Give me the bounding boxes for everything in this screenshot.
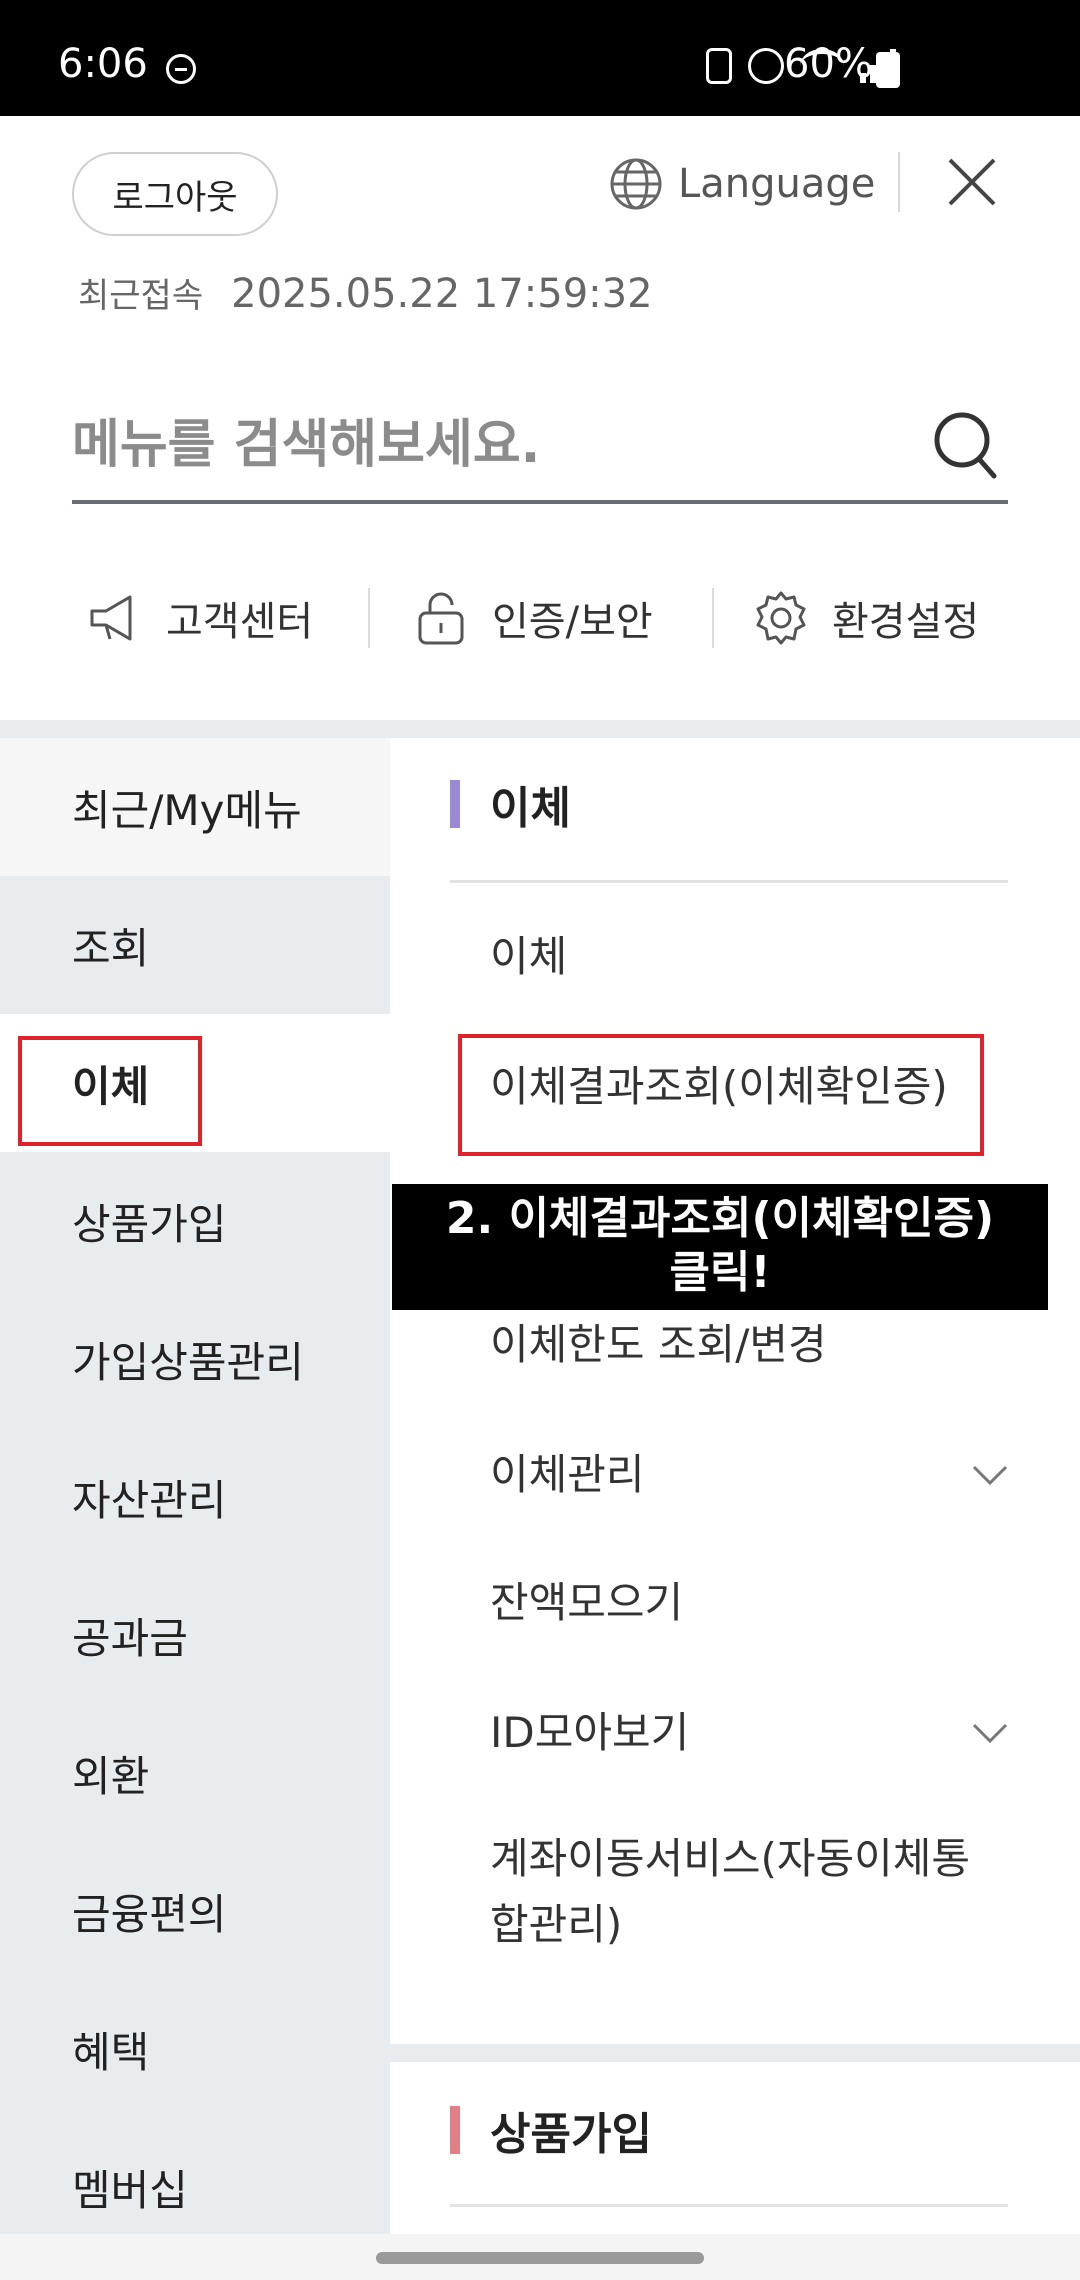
security-label: 인증/보안 (492, 599, 653, 645)
nav-highlight-box (18, 1036, 202, 1146)
nav-item-products[interactable]: 상품가입 (0, 1152, 390, 1290)
chevron-down-icon (972, 1465, 1008, 1486)
submenu-label: 이체 (490, 932, 568, 981)
submenu-transfer[interactable]: 이체 (490, 924, 1010, 990)
battery-percent: 60% (784, 41, 873, 87)
section-bar (450, 2106, 460, 2154)
submenu-label: 이체한도 조회/변경 (490, 1320, 827, 1369)
customer-center-label: 고객센터 (166, 599, 314, 645)
section-title-text: 상품가입 (490, 2109, 652, 2160)
language-label: Language (678, 161, 876, 207)
gear-icon (756, 591, 806, 645)
nav-item-assets[interactable]: 자산관리 (0, 1428, 390, 1566)
submenu-label: 잔액모으기 (490, 1578, 684, 1627)
customer-center-button[interactable]: 고객센터 (86, 576, 313, 660)
submenu-highlight-box (458, 1034, 984, 1156)
chevron-down-icon (972, 1723, 1008, 1744)
section-line (450, 2204, 1008, 2207)
security-button[interactable]: 인증/보안 (412, 576, 653, 660)
submenu-label: ID모아보기 (490, 1708, 690, 1757)
nav-item-my-products[interactable]: 가입상품관리 (0, 1290, 390, 1428)
search-box (72, 390, 1008, 504)
caption-line-2: 클릭! (669, 1247, 771, 1298)
settings-button[interactable]: 환경설정 (752, 576, 979, 660)
instruction-caption: 2. 이체결과조회(이체확인증) 클릭! (392, 1184, 1048, 1310)
submenu-transfer-management[interactable]: 이체관리 (490, 1442, 1010, 1508)
nav-item-recent[interactable]: 최근/My메뉴 (0, 738, 390, 876)
globe-icon (610, 158, 662, 210)
status-bar: 6:06 60% (0, 0, 1080, 116)
submenu-panel: 이체 이체 이체결과조회(이체확인증) 이체한도 조회/변경 이체관리 잔액모으… (390, 738, 1080, 2234)
search-input[interactable] (72, 400, 912, 490)
do-not-disturb-icon (166, 54, 196, 84)
nav-item-benefits[interactable]: 혜택 (0, 1980, 390, 2118)
quick-divider (712, 588, 714, 648)
caption-line-1: 2. 이체결과조회(이체확인증) (445, 1193, 995, 1244)
header-divider (898, 152, 900, 212)
submenu-label-continued: 합관리) (490, 1900, 623, 1949)
settings-label: 환경설정 (832, 599, 980, 645)
submenu-label: 계좌이동서비스(자동이체통 (490, 1834, 971, 1883)
section-line (450, 880, 1008, 883)
section-bar (450, 780, 460, 828)
submenu-account-switch[interactable]: 계좌이동서비스(자동이체통 합관리) (490, 1826, 1010, 1958)
submenu-label: 이체관리 (490, 1450, 645, 1499)
last-access-time: 2025.05.22 17:59:32 (231, 271, 653, 317)
megaphone-icon (90, 595, 132, 641)
quick-divider (368, 588, 370, 648)
language-button[interactable]: Language (608, 154, 875, 214)
status-time: 6:06 (58, 41, 148, 87)
transfer-section-title: 이체 (450, 774, 571, 834)
battery-icon (876, 52, 900, 88)
category-nav: 최근/My메뉴 조회 이체 상품가입 가입상품관리 자산관리 공과금 외환 금융… (0, 738, 390, 2234)
nav-item-foreign-exchange[interactable]: 외환 (0, 1704, 390, 1842)
nav-item-utilities[interactable]: 공과금 (0, 1566, 390, 1704)
close-icon[interactable] (946, 156, 998, 208)
submenu-id-view[interactable]: ID모아보기 (490, 1700, 1010, 1766)
search-icon[interactable] (932, 410, 998, 480)
product-section-title: 상품가입 (450, 2100, 652, 2160)
section-divider (390, 2044, 1080, 2062)
last-access: 최근접속 2025.05.22 17:59:32 (78, 268, 653, 317)
navigation-bar (0, 2234, 1080, 2280)
logout-button[interactable]: 로그아웃 (72, 152, 278, 236)
lock-icon (418, 592, 464, 645)
section-title-text: 이체 (490, 783, 571, 834)
battery-saver-icon (706, 48, 732, 84)
submenu-transfer-limit[interactable]: 이체한도 조회/변경 (490, 1312, 1010, 1378)
section-divider (0, 720, 1080, 738)
last-access-label: 최근접속 (78, 276, 204, 316)
submenu-balance-sweep[interactable]: 잔액모으기 (490, 1570, 1010, 1636)
nav-item-inquiry[interactable]: 조회 (0, 876, 390, 1014)
alarm-icon (748, 48, 784, 84)
nav-item-convenience[interactable]: 금융편의 (0, 1842, 390, 1980)
home-indicator[interactable] (376, 2252, 704, 2264)
quick-menu: 고객센터 인증/보안 환경설정 (0, 576, 1080, 660)
